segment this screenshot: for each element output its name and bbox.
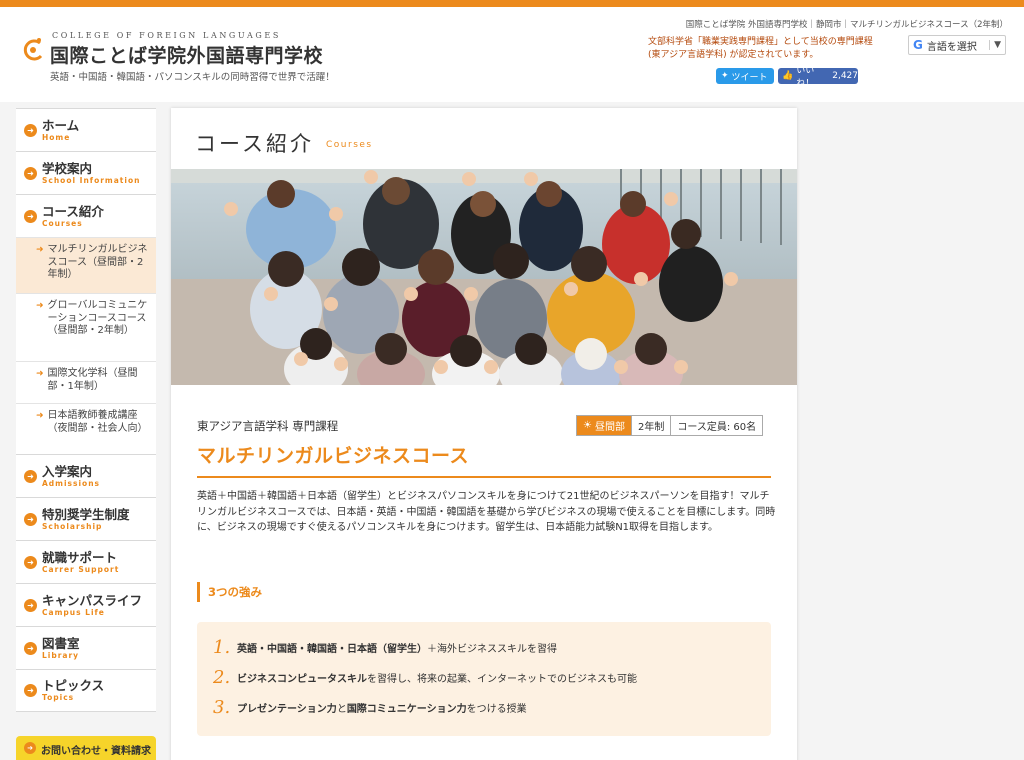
arrow-right-icon: ➜ <box>24 469 37 483</box>
sun-icon: ☀ <box>583 420 592 431</box>
facebook-like-button[interactable]: 👍 いいね！ 2,427 <box>778 66 858 89</box>
site-header: COLLEGE OF FOREIGN LANGUAGES 国際ことば学院外国語専… <box>0 7 1024 102</box>
google-icon: G <box>913 38 923 52</box>
accreditation-notice: 文部科学省「職業実践専門課程」として当校の専門課程 (東アジア言語学科) が認定… <box>648 37 873 60</box>
course-intro: 英語＋中国語＋韓国語＋日本語（留学生）とビジネスパソコンスキルを身につけて21世… <box>197 491 776 533</box>
logo-japanese[interactable]: 国際ことば学院外国語専門学校 <box>50 41 323 68</box>
capacity-badge: コース定員: 60名 <box>677 422 757 433</box>
arrow-right-icon: ➜ <box>36 411 44 421</box>
contact-request-button[interactable]: ➜ お問い合わせ・資料請求 <box>16 736 156 760</box>
department-label: 東アジア言語学科 専門課程 <box>197 419 339 433</box>
logo-english[interactable]: COLLEGE OF FOREIGN LANGUAGES <box>52 31 281 40</box>
sidebar-subitem-japanese-teacher[interactable]: ➜ 日本語教師養成講座（夜間部・社会人向） <box>16 403 156 454</box>
top-accent-bar <box>0 0 1024 7</box>
strengths-list: 1. 英語・中国語・韓国語・日本語（留学生） ＋海外ビジネススキルを習得 2. ビ… <box>197 622 771 736</box>
logo-icon[interactable] <box>22 37 44 63</box>
bird-icon: ✦ <box>721 71 729 81</box>
tagline: 英語・中国語・韓国語・パソコンスキルの同時習得で世界で活躍！ <box>50 72 335 83</box>
main-content: コース紹介 Courses 東アジア言語学科 専門課程 ☀ 昼間部 2年制 コー… <box>171 108 797 760</box>
course-title: マルチリンガルビジネスコース <box>197 445 470 467</box>
sidebar-item-campus-life[interactable]: ➜ キャンパスライフ Campus Life <box>16 583 156 626</box>
list-item: 3. プレゼンテーション力と国際コミュニケーション力 をつける授業 <box>213 696 527 718</box>
section-heading-strengths: 3つの強み <box>197 582 262 602</box>
arrow-right-icon: ➜ <box>24 742 36 754</box>
list-item: 1. 英語・中国語・韓国語・日本語（留学生） ＋海外ビジネススキルを習得 <box>213 636 557 658</box>
sidebar-nav: ➜ ホーム Home ➜ 学校案内 School Information ➜ コース… <box>16 108 156 712</box>
arrow-right-icon: ➜ <box>36 301 44 311</box>
arrow-right-icon: ➜ <box>24 166 37 180</box>
breadcrumb: 国際ことば学院 外国語専門学校｜静岡市｜マルチリンガルビジネスコース（2年制） <box>685 20 1008 30</box>
page-title-english: Courses <box>326 140 373 150</box>
sidebar-item-school-information[interactable]: ➜ 学校案内 School Information <box>16 151 156 194</box>
sidebar-item-career-support[interactable]: ➜ 就職サポート Carrer Support <box>16 540 156 583</box>
thumbs-up-icon: 👍 <box>782 71 794 81</box>
divider <box>197 476 771 478</box>
list-item: 2. ビジネスコンピュータスキル を習得し、将来の起業、インターネットでのビジネス… <box>213 666 637 688</box>
daytime-badge: ☀ 昼間部 <box>577 416 632 435</box>
arrow-right-icon: ➜ <box>24 512 37 526</box>
sidebar-subitem-multilingual-business[interactable]: ➜ マルチリンガルビジネスコース（昼間部・2年制） <box>16 237 156 293</box>
like-count: 2,427 <box>832 71 858 81</box>
arrow-right-icon: ➜ <box>36 369 44 379</box>
chevron-down-icon: ▼ <box>989 40 1001 50</box>
tweet-button[interactable]: ✦ ツイート <box>716 68 774 84</box>
sidebar-item-home[interactable]: ➜ ホーム Home <box>16 108 156 151</box>
arrow-right-icon: ➜ <box>24 684 37 697</box>
sidebar-subitem-global-communication[interactable]: ➜ グローバルコミュニケーションコースコース（昼間部・2年制） <box>16 293 156 361</box>
arrow-right-icon: ➜ <box>36 245 44 255</box>
arrow-right-icon: ➜ <box>24 209 37 223</box>
language-select[interactable]: G 言語を選択 ▼ <box>908 35 1006 55</box>
sidebar-item-topics[interactable]: ➜ トピックス Topics <box>16 669 156 712</box>
arrow-right-icon: ➜ <box>24 641 37 655</box>
arrow-right-icon: ➜ <box>24 123 37 137</box>
sidebar-subitem-international-culture[interactable]: ➜ 国際文化学科（昼間部・1年制） <box>16 361 156 403</box>
students-group-photo <box>171 169 797 385</box>
arrow-right-icon: ➜ <box>24 598 37 612</box>
page-title: コース紹介 <box>195 132 314 156</box>
sidebar-item-admissions[interactable]: ➜ 入学案内 Admissions <box>16 454 156 497</box>
sidebar-item-scholarship[interactable]: ➜ 特別奨学生制度 Scholarship <box>16 497 156 540</box>
years-badge: 2年制 <box>632 416 672 435</box>
course-meta-tags: ☀ 昼間部 2年制 コース定員: 60名 <box>576 415 764 436</box>
arrow-right-icon: ➜ <box>24 555 37 569</box>
sidebar-item-courses[interactable]: ➜ コース紹介 Courses <box>16 194 156 237</box>
sidebar-item-library[interactable]: ➜ 図書室 Library <box>16 626 156 669</box>
